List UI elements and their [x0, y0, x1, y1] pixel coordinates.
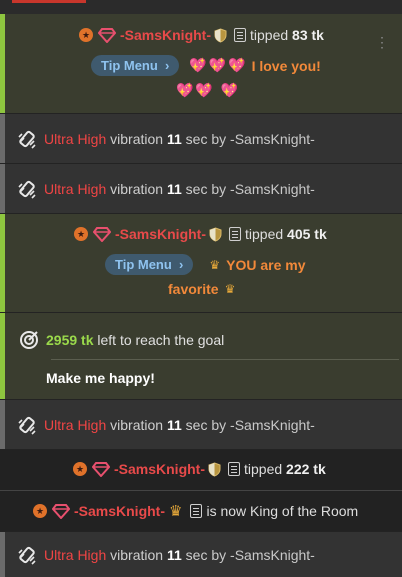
tip-message-2: ★ -SamsKnight- tipped 405 tk Tip Menu › …	[0, 214, 402, 312]
tip-note-text: I love you!	[251, 57, 321, 74]
vibration-level: Ultra High	[44, 417, 107, 433]
diamond-badge-icon	[93, 227, 111, 242]
hearts-emoji-2: 💖💖 💖	[176, 82, 241, 98]
tip-message-line: Tip Menu › 💖💖💖 I love you!	[91, 55, 321, 76]
more-options-icon[interactable]: ⋮	[375, 35, 389, 49]
vibration-icon	[18, 130, 36, 149]
by-label: by	[211, 181, 227, 197]
vibration-line: Ultra High vibration 11 sec by -SamsKnig…	[17, 129, 315, 149]
shield-icon	[214, 27, 227, 43]
vibration-icon	[18, 546, 36, 565]
notes-icon[interactable]	[190, 504, 203, 518]
by-label: by	[211, 417, 227, 433]
tip-message-line-2: 💖💖 💖	[176, 82, 240, 99]
username[interactable]: -SamsKnight-	[120, 27, 211, 43]
tip-amount: 83 tk	[292, 27, 324, 43]
goal-description-line: Make me happy!	[46, 370, 155, 386]
tip-note-text-2: favorite	[168, 281, 219, 297]
crown-emoji: ♛	[224, 282, 236, 296]
vibration-unit: sec	[185, 547, 208, 563]
tip-amount: 222 tk	[286, 461, 326, 477]
king-message: ★ -SamsKnight- ♛ is now King of the Room	[0, 491, 402, 531]
by-label: by	[211, 547, 227, 563]
vibration-username[interactable]: -SamsKnight-	[230, 417, 315, 433]
vibration-username[interactable]: -SamsKnight-	[230, 181, 315, 197]
vibration-seconds: 11	[166, 417, 182, 433]
star-badge-icon: ★	[79, 28, 93, 42]
tip-amount: 405 tk	[287, 226, 327, 242]
tipped-label: tipped	[244, 461, 283, 477]
shield-icon	[208, 461, 221, 477]
goal-amount: 2959 tk	[46, 332, 94, 348]
tip-menu-button[interactable]: Tip Menu ›	[91, 55, 180, 76]
vibration-message-1: Ultra High vibration 11 sec by -SamsKnig…	[0, 114, 402, 163]
tip-header: ★ -SamsKnight- tipped 222 tk	[73, 461, 326, 477]
king-line: ★ -SamsKnight- ♛ is now King of the Room	[33, 502, 358, 520]
vibration-seconds: 11	[166, 131, 182, 147]
target-icon	[20, 331, 38, 349]
vibration-username[interactable]: -SamsKnight-	[230, 131, 315, 147]
diamond-badge-icon	[98, 28, 116, 43]
vibration-message-4: Ultra High vibration 11 sec by -SamsKnig…	[0, 532, 402, 577]
vibration-label: vibration	[110, 417, 164, 433]
tip-header: ★ -SamsKnight- tipped 83 tk	[79, 27, 324, 43]
star-badge-icon: ★	[73, 462, 87, 476]
crown-emoji: ♛	[209, 257, 221, 272]
tipped-label: tipped	[245, 226, 284, 242]
crown-icon: ♛	[169, 503, 183, 520]
vibration-message-2: Ultra High vibration 11 sec by -SamsKnig…	[0, 164, 402, 213]
tip-message-line: Tip Menu › ♛ YOU are my	[105, 254, 306, 275]
goal-message: 2959 tk left to reach the goal Make me h…	[0, 313, 402, 399]
tip-message-1: ★ -SamsKnight- tipped 83 tk ⋮ Tip Menu ›…	[0, 14, 402, 113]
vibration-level: Ultra High	[44, 181, 107, 197]
notes-icon[interactable]	[228, 462, 240, 476]
tipped-label: tipped	[250, 27, 289, 43]
star-badge-icon: ★	[33, 504, 47, 518]
tip-header: ★ -SamsKnight- tipped 405 tk	[74, 226, 327, 242]
tip-menu-label: Tip Menu	[101, 58, 158, 73]
notes-icon[interactable]	[229, 227, 241, 241]
tip-note-text: YOU are my	[226, 256, 306, 273]
star-badge-icon: ★	[74, 227, 88, 241]
vibration-unit: sec	[185, 417, 208, 433]
vibration-label: vibration	[110, 131, 164, 147]
tip-menu-label: Tip Menu	[115, 257, 172, 272]
vibration-line: Ultra High vibration 11 sec by -SamsKnig…	[17, 179, 315, 199]
username[interactable]: -SamsKnight-	[74, 503, 165, 519]
vibration-line: Ultra High vibration 11 sec by -SamsKnig…	[17, 415, 315, 435]
diamond-badge-icon	[52, 504, 70, 519]
vibration-level: Ultra High	[44, 131, 107, 147]
active-tab-indicator	[12, 0, 86, 3]
goal-text: left to reach the goal	[97, 332, 225, 348]
vibration-label: vibration	[110, 547, 164, 563]
tip-message-3: ★ -SamsKnight- tipped 222 tk	[0, 450, 402, 490]
vibration-unit: sec	[185, 181, 208, 197]
vibration-unit: sec	[185, 131, 208, 147]
vibration-icon	[18, 416, 36, 435]
notes-icon[interactable]	[234, 28, 246, 42]
goal-description: Make me happy!	[46, 370, 155, 386]
vibration-level: Ultra High	[44, 547, 107, 563]
goal-divider	[51, 359, 399, 360]
by-label: by	[211, 131, 227, 147]
vibration-message-3: Ultra High vibration 11 sec by -SamsKnig…	[0, 400, 402, 449]
vibration-label: vibration	[110, 181, 164, 197]
tip-message-line-2: favorite ♛	[168, 281, 241, 297]
shield-icon	[209, 226, 222, 242]
goal-line: 2959 tk left to reach the goal	[19, 330, 224, 350]
vibration-seconds: 11	[166, 181, 182, 197]
username[interactable]: -SamsKnight-	[115, 226, 206, 242]
vibration-seconds: 11	[166, 547, 182, 563]
hearts-emoji: 💖💖💖	[189, 57, 248, 73]
king-text: is now King of the Room	[206, 503, 359, 519]
top-bar	[0, 0, 402, 14]
diamond-badge-icon	[92, 462, 110, 477]
vibration-username[interactable]: -SamsKnight-	[230, 547, 315, 563]
tip-menu-button[interactable]: Tip Menu ›	[105, 254, 194, 275]
username[interactable]: -SamsKnight-	[114, 461, 205, 477]
vibration-icon	[18, 180, 36, 199]
vibration-line: Ultra High vibration 11 sec by -SamsKnig…	[17, 545, 315, 565]
